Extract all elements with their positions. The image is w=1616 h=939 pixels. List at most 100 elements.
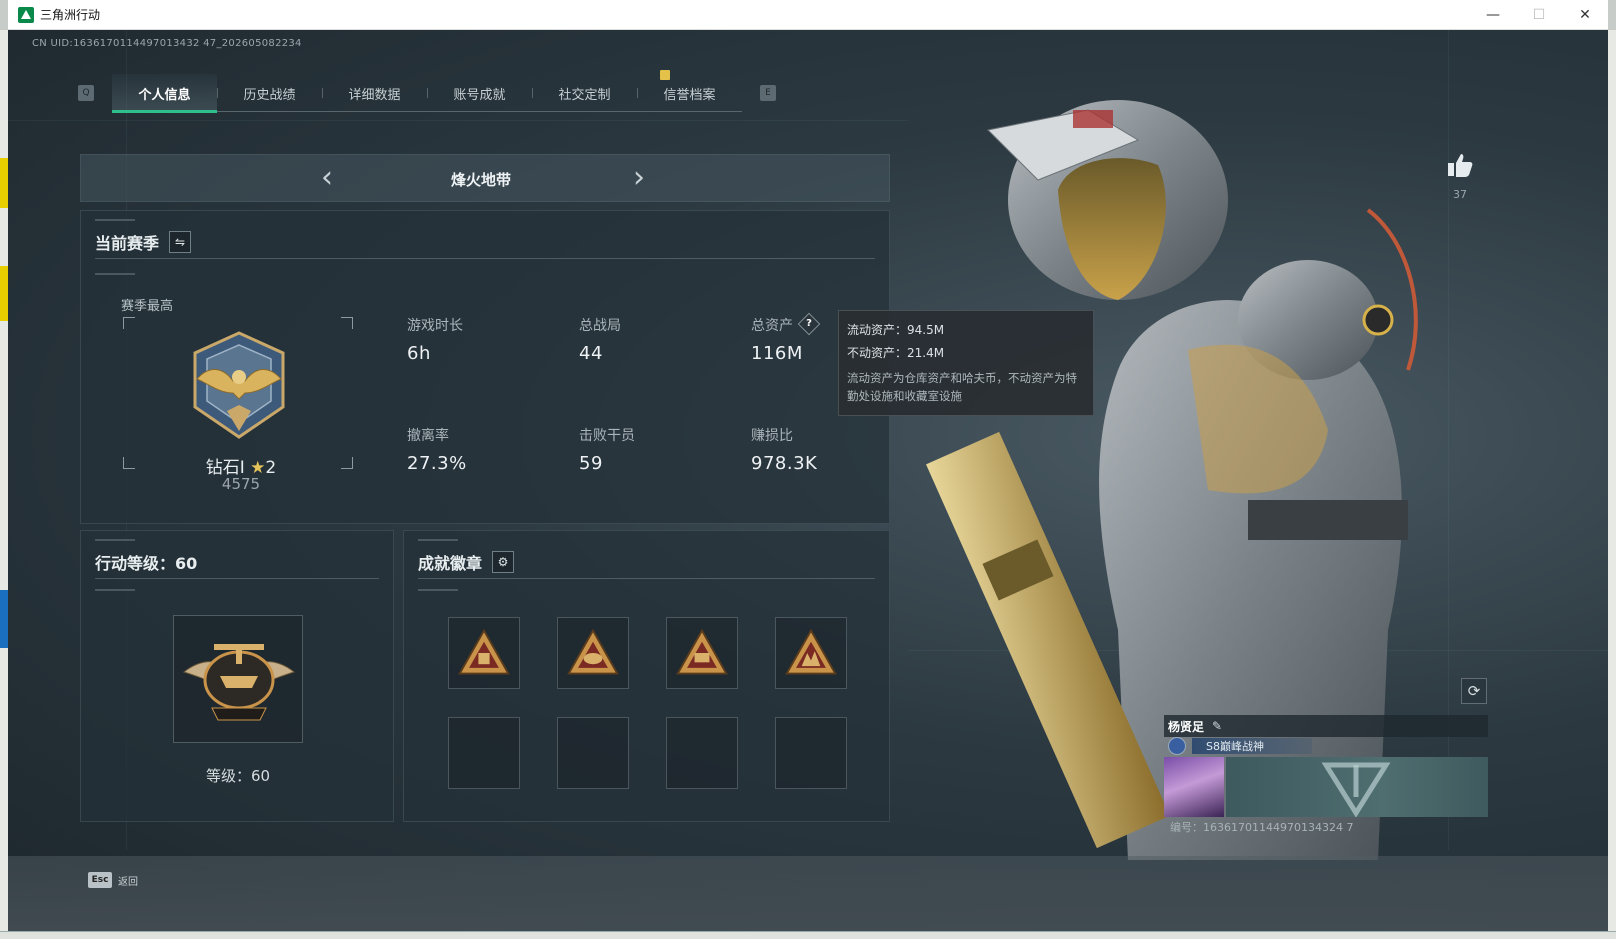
esc-key: Esc (88, 872, 112, 888)
badge-slot-empty[interactable] (666, 717, 738, 789)
tab-bar: Q 个人信息 历史战绩 详细数据 账号成就 社交定制 信誉档案 E (78, 70, 776, 113)
stat-value: 116M (751, 343, 803, 364)
thumbs-up-icon (1448, 154, 1473, 177)
season-best-label: 赛季最高 (121, 299, 174, 314)
desktop-left-edge (0, 30, 8, 939)
footer-bar (8, 856, 1608, 931)
desktop-tile (0, 590, 8, 648)
stat-label: 总资产? (751, 312, 821, 336)
achievement-badge-icon (458, 628, 510, 675)
game-viewport: CN UID:1636170114497013432 47_2026050822… (8, 30, 1608, 931)
badge-slot-empty[interactable] (775, 717, 847, 789)
tooltip-fixed-assets: 不动资产：21.4M (847, 346, 945, 360)
back-button[interactable]: Esc 返回 (88, 872, 138, 888)
avatar[interactable] (1164, 757, 1224, 817)
stat-value: 59 (579, 453, 603, 474)
close-button[interactable]: ✕ (1562, 0, 1608, 30)
badge-slot[interactable] (666, 617, 738, 689)
season-panel: 当前赛季 ⇋ 赛季最高 钻石I ★2 4575 游戏时长 6h 总战局 44 总… (80, 210, 890, 524)
account-uid: CN UID:1636170114497013432 47_2026050822… (32, 38, 302, 49)
badge-slot[interactable] (557, 617, 629, 689)
level-emblem-icon (182, 644, 296, 721)
badge-slot-empty[interactable] (448, 717, 520, 789)
help-icon[interactable]: ? (797, 312, 821, 336)
tab-social[interactable]: 社交定制 (532, 74, 637, 112)
refresh-button[interactable]: ⟳ (1461, 678, 1487, 704)
player-uid: 编号：16361701144970134324 7 (1170, 821, 1354, 834)
stat-kills: 击败干员 59 (579, 425, 635, 474)
stat-value: 44 (579, 343, 603, 364)
stat-extraction-rate: 撤离率 27.3% (407, 425, 467, 474)
tab-reputation[interactable]: 信誉档案 (637, 74, 742, 112)
player-banner (1226, 757, 1488, 818)
panel-dash (418, 539, 458, 541)
badge-slot[interactable] (775, 617, 847, 689)
rank-emblem-icon (193, 331, 285, 439)
panel-dash (95, 589, 135, 591)
stat-label: 游戏时长 (407, 318, 463, 334)
stat-label: 击败干员 (579, 428, 635, 444)
tab-achievements[interactable]: 账号成就 (427, 74, 532, 112)
stat-profit-ratio: 赚损比 978.3K (751, 425, 817, 474)
title-badge-icon (1168, 737, 1186, 755)
stat-total-assets: 总资产? 116M (751, 312, 821, 364)
maximize-button[interactable]: ☐ (1516, 0, 1562, 30)
back-label: 返回 (118, 876, 138, 888)
tab-next-key[interactable]: E (760, 85, 776, 101)
level-header: 行动等级：60 (95, 545, 379, 579)
tab-personal-info[interactable]: 个人信息 (112, 74, 217, 113)
window-titlebar: 三角洲行动 — ☐ ✕ (8, 0, 1608, 30)
player-title: S8巅峰战神 (1192, 738, 1312, 754)
season-switch-button[interactable]: ⇋ (169, 230, 192, 253)
level-emblem-frame (173, 615, 303, 743)
app-icon (18, 6, 34, 23)
assets-tooltip: 流动资产：94.5M 不动资产：21.4M 流动资产为仓库资产和哈夫币，不动资产… (838, 310, 1094, 416)
achievement-badge-panel: 成就徽章 ⚙ (403, 530, 890, 822)
player-name: 杨贤足 (1168, 719, 1205, 734)
achievement-badge-icon (785, 628, 837, 675)
stat-total-matches: 总战局 44 (579, 315, 621, 364)
tooltip-liquid-assets: 流动资产：94.5M (847, 323, 945, 337)
window-title: 三角洲行动 (40, 8, 101, 22)
level-title: 行动等级：60 (95, 553, 198, 573)
tab-history[interactable]: 历史战绩 (217, 74, 322, 112)
mode-selector: ‹ 烽火地带 › (80, 154, 890, 202)
like-count: 37 (1453, 188, 1467, 201)
tab-prev-key[interactable]: Q (78, 85, 94, 101)
panel-dash (95, 273, 135, 275)
badge-title: 成就徽章 (418, 553, 483, 573)
panel-dash (95, 539, 135, 541)
desktop-bottom-edge (0, 931, 1616, 939)
stat-value: 978.3K (751, 453, 818, 474)
stat-value: 27.3% (407, 453, 467, 474)
stat-label: 总战局 (579, 318, 621, 334)
tab-detailed-data[interactable]: 详细数据 (322, 74, 427, 112)
window-controls: — ☐ ✕ (1470, 0, 1608, 30)
season-title: 当前赛季 (95, 233, 160, 253)
badge-slot-empty[interactable] (557, 717, 629, 789)
level-value: 等级：60 (205, 767, 271, 785)
stat-label: 撤离率 (407, 428, 449, 444)
mode-next-arrow[interactable]: › (633, 161, 645, 195)
rank-score: 4575 (221, 475, 261, 493)
achievement-badge-icon (567, 628, 619, 675)
desktop-tile (0, 158, 8, 208)
badge-settings-button[interactable]: ⚙ (492, 550, 515, 573)
panel-dash (418, 589, 458, 591)
like-button[interactable]: 37 (1446, 152, 1474, 201)
edit-name-icon[interactable]: ✎ (1212, 719, 1222, 733)
minimize-button[interactable]: — (1470, 0, 1516, 30)
refresh-icon: ⟳ (1467, 682, 1481, 700)
grid-line (8, 120, 908, 121)
delta-logo-icon (1321, 762, 1391, 818)
desktop-right-edge (1608, 30, 1616, 939)
season-header: 当前赛季 ⇋ (95, 225, 875, 259)
operation-level-panel: 行动等级：60 等级：60 (80, 530, 394, 822)
player-name-bar: 杨贤足 ✎ (1164, 715, 1488, 737)
tab-list: 个人信息 历史战绩 详细数据 账号成就 社交定制 信誉档案 (112, 70, 742, 113)
player-card: 杨贤足 ✎ S8巅峰战神 编号：16361701144970134324 7 (1164, 715, 1488, 835)
achievement-badge-icon (676, 628, 728, 675)
tooltip-description: 流动资产为仓库资产和哈夫币，不动资产为特勤处设施和收藏室设施 (847, 371, 1077, 403)
stat-value: 6h (407, 343, 431, 364)
badge-slot[interactable] (448, 617, 520, 689)
